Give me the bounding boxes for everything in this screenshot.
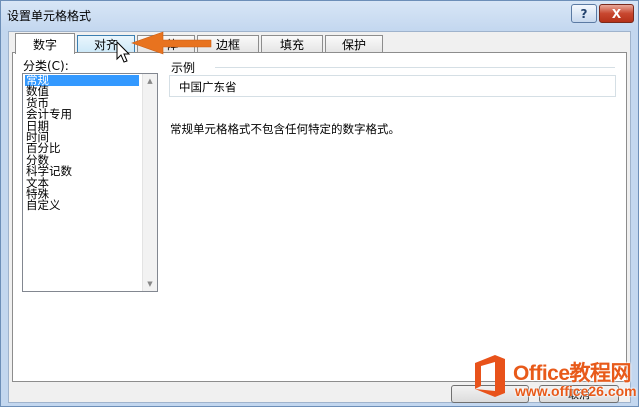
tab-number[interactable]: 数字: [15, 33, 75, 54]
sample-legend: 示例: [171, 59, 200, 76]
tab-strip: 数字 对齐 字体 边框 填充 保护: [13, 33, 633, 54]
close-icon: X: [611, 6, 622, 21]
close-button[interactable]: X: [599, 4, 634, 23]
format-cells-dialog: 设置单元格格式 ? X 数字 对齐 字体 边框 填充 保护 分类(C): 常规 …: [0, 0, 639, 407]
help-icon: ?: [580, 6, 588, 21]
category-list: 常规 数值 货币 会计专用 日期 时间 百分比 分数 科学记数 文本 特殊 自定…: [25, 74, 139, 212]
category-label: 分类(C):: [23, 59, 69, 73]
category-item-custom[interactable]: 自定义: [25, 199, 139, 211]
tab-alignment[interactable]: 对齐: [77, 35, 135, 53]
dialog-title: 设置单元格格式: [7, 9, 92, 23]
sample-group: 示例 中国广东省: [169, 59, 619, 99]
scroll-down-icon[interactable]: ▼: [143, 277, 157, 291]
tab-font[interactable]: 字体: [137, 35, 195, 53]
number-tab-panel: 分类(C): 常规 数值 货币 会计专用 日期 时间 百分比 分数 科学记数 文…: [12, 52, 627, 382]
title-bar: 设置单元格格式 ? X: [1, 1, 638, 31]
tab-protection-label: 保护: [341, 38, 366, 52]
tab-border-label: 边框: [215, 38, 240, 52]
sample-divider: [215, 67, 615, 68]
sample-box: 中国广东省: [169, 75, 616, 97]
tab-border[interactable]: 边框: [197, 35, 259, 53]
category-listbox[interactable]: 常规 数值 货币 会计专用 日期 时间 百分比 分数 科学记数 文本 特殊 自定…: [22, 73, 158, 292]
category-scrollbar[interactable]: ▲ ▼: [142, 74, 157, 291]
tab-protection[interactable]: 保护: [325, 35, 383, 53]
tab-font-label: 字体: [153, 38, 178, 52]
dialog-body: 数字 对齐 字体 边框 填充 保护 分类(C): 常规 数值 货币 会计专用 日…: [8, 31, 631, 403]
tab-fill[interactable]: 填充: [261, 35, 323, 53]
help-button[interactable]: ?: [571, 4, 597, 23]
sample-value: 中国广东省: [179, 80, 237, 94]
tab-alignment-label: 对齐: [93, 38, 118, 52]
tab-number-label: 数字: [32, 37, 57, 52]
format-description: 常规单元格格式不包含任何特定的数字格式。: [170, 122, 400, 136]
watermark-url: www.office26.com: [515, 383, 637, 399]
office-logo-icon: [475, 355, 505, 397]
tab-fill-label: 填充: [279, 38, 304, 52]
watermark: Office教程网 www.office26.com: [469, 353, 637, 405]
scroll-up-icon[interactable]: ▲: [143, 74, 157, 88]
